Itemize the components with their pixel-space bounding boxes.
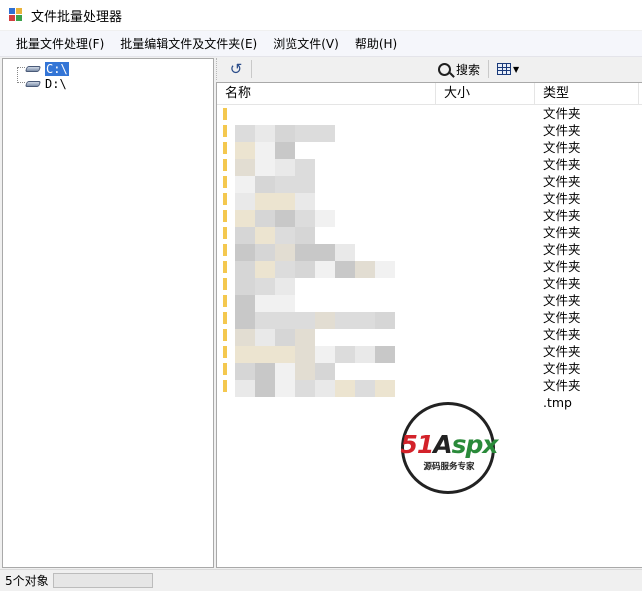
drive-icon bbox=[24, 79, 42, 89]
file-list[interactable]: 名称 大小 类型 文件夹 文件夹 文件夹 文件夹 文件夹 文件夹 文件夹 文件夹 文件夹 文件夹文… bbox=[216, 82, 642, 568]
table-row[interactable]: 文件夹 bbox=[217, 105, 642, 122]
menu-browse[interactable]: 浏览文件(V) bbox=[273, 35, 339, 52]
folder-icon bbox=[223, 210, 227, 222]
cell-type: 文件夹 bbox=[543, 106, 581, 121]
cell-type: 文件夹 bbox=[543, 157, 581, 172]
search-icon bbox=[438, 62, 451, 76]
cell-type: 文件夹 bbox=[543, 378, 581, 393]
table-row[interactable]: 文件夹 bbox=[217, 139, 642, 156]
cell-type: 文件夹 bbox=[543, 174, 581, 189]
folder-icon bbox=[223, 244, 227, 256]
cell-type: 文件夹 bbox=[543, 361, 581, 376]
folder-icon bbox=[223, 380, 227, 392]
tree-node-label[interactable]: D:\ bbox=[45, 77, 67, 91]
table-row[interactable]: 文件夹 bbox=[217, 224, 642, 241]
folder-icon bbox=[223, 312, 227, 324]
folder-icon bbox=[223, 261, 227, 273]
tree-node-label[interactable]: C:\ bbox=[45, 62, 69, 76]
folder-icon bbox=[223, 278, 227, 290]
tree-connector bbox=[17, 67, 25, 83]
table-row[interactable]: 文件夹 bbox=[217, 122, 642, 139]
table-row[interactable]: 文件夹 bbox=[217, 156, 642, 173]
cell-type: 文件夹 bbox=[543, 310, 581, 325]
menu-batch-edit[interactable]: 批量编辑文件及文件夹(E) bbox=[120, 35, 257, 52]
chevron-down-icon: ▼ bbox=[513, 64, 520, 74]
folder-icon bbox=[223, 108, 227, 120]
cell-type: 文件夹 bbox=[543, 327, 581, 342]
cell-type: 文件夹 bbox=[543, 293, 581, 308]
table-row[interactable]: 文件夹 bbox=[217, 173, 642, 190]
column-size-header[interactable]: 大小 bbox=[436, 83, 535, 105]
cell-type: 文件夹 bbox=[543, 123, 581, 138]
folder-icon bbox=[223, 159, 227, 171]
undo-icon[interactable]: ↺ bbox=[227, 60, 245, 78]
list-header: 名称 大小 类型 bbox=[217, 83, 642, 105]
table-row[interactable]: 文件夹 bbox=[217, 343, 642, 360]
window-title: 文件批量处理器 bbox=[31, 9, 123, 25]
table-row[interactable]: 文件夹 bbox=[217, 207, 642, 224]
status-bar: 5个对象 bbox=[0, 569, 642, 591]
folder-icon bbox=[223, 227, 227, 239]
cell-type: 文件夹 bbox=[543, 259, 581, 274]
grid-view-icon bbox=[497, 63, 511, 75]
folder-icon bbox=[223, 363, 227, 375]
cell-type: 文件夹 bbox=[543, 225, 581, 240]
folder-icon bbox=[223, 295, 227, 307]
watermark-tagline: 源码服务专家 bbox=[423, 462, 475, 472]
table-row[interactable]: 文件夹 bbox=[217, 360, 642, 377]
view-mode-button[interactable]: ▼ bbox=[497, 62, 521, 76]
title-bar: 文件批量处理器 bbox=[0, 0, 642, 30]
toolbar: ↺ 搜索 ▼ bbox=[216, 58, 642, 80]
table-row[interactable]: 文件夹 bbox=[217, 275, 642, 292]
folder-icon bbox=[223, 193, 227, 205]
table-row[interactable]: 文件夹 bbox=[217, 377, 642, 394]
folder-icon bbox=[223, 142, 227, 154]
status-text: 5个对象 bbox=[5, 574, 49, 588]
watermark-logo: 51Aspx 源码服务专家 bbox=[387, 402, 511, 494]
drive-icon bbox=[24, 64, 42, 74]
table-row[interactable]: 文件夹 bbox=[217, 190, 642, 207]
cell-type: .tmp bbox=[543, 395, 572, 410]
menu-help[interactable]: 帮助(H) bbox=[355, 35, 397, 52]
app-window: 文件批量处理器 批量文件处理(F) 批量编辑文件及文件夹(E) 浏览文件(V) … bbox=[0, 0, 642, 591]
watermark-text: 51Aspx bbox=[400, 430, 498, 459]
menu-bar: 批量文件处理(F) 批量编辑文件及文件夹(E) 浏览文件(V) 帮助(H) bbox=[0, 31, 642, 57]
table-row[interactable]: 文件夹 bbox=[217, 292, 642, 309]
cell-type: 文件夹 bbox=[543, 276, 581, 291]
folder-icon bbox=[223, 176, 227, 188]
menu-batch-file[interactable]: 批量文件处理(F) bbox=[16, 35, 104, 52]
cell-type: 文件夹 bbox=[543, 344, 581, 359]
app-icon bbox=[9, 8, 23, 22]
column-name-header[interactable]: 名称 bbox=[217, 83, 436, 105]
toolbar-separator bbox=[251, 60, 252, 78]
cell-type: 文件夹 bbox=[543, 242, 581, 257]
folder-tree[interactable]: C:\ D:\ bbox=[2, 58, 214, 568]
toolbar-separator bbox=[488, 60, 489, 78]
folder-icon bbox=[223, 346, 227, 358]
cell-type: 文件夹 bbox=[543, 208, 581, 223]
table-row[interactable]: 文件夹 bbox=[217, 241, 642, 258]
column-type-header[interactable]: 类型 bbox=[535, 83, 639, 105]
folder-icon bbox=[223, 125, 227, 137]
search-label: 搜索 bbox=[456, 62, 481, 77]
search-button[interactable]: 搜索 bbox=[438, 60, 480, 78]
cell-type: 文件夹 bbox=[543, 140, 581, 155]
table-row[interactable]: 文件夹 bbox=[217, 258, 642, 275]
folder-icon bbox=[223, 329, 227, 341]
table-row[interactable]: 文件夹 bbox=[217, 309, 642, 326]
tree-node-d[interactable]: D:\ bbox=[24, 76, 67, 92]
table-row[interactable]: 文件夹 bbox=[217, 326, 642, 343]
progress-bar bbox=[52, 573, 153, 588]
cell-type: 文件夹 bbox=[543, 191, 581, 206]
tree-node-c[interactable]: C:\ bbox=[24, 61, 69, 77]
